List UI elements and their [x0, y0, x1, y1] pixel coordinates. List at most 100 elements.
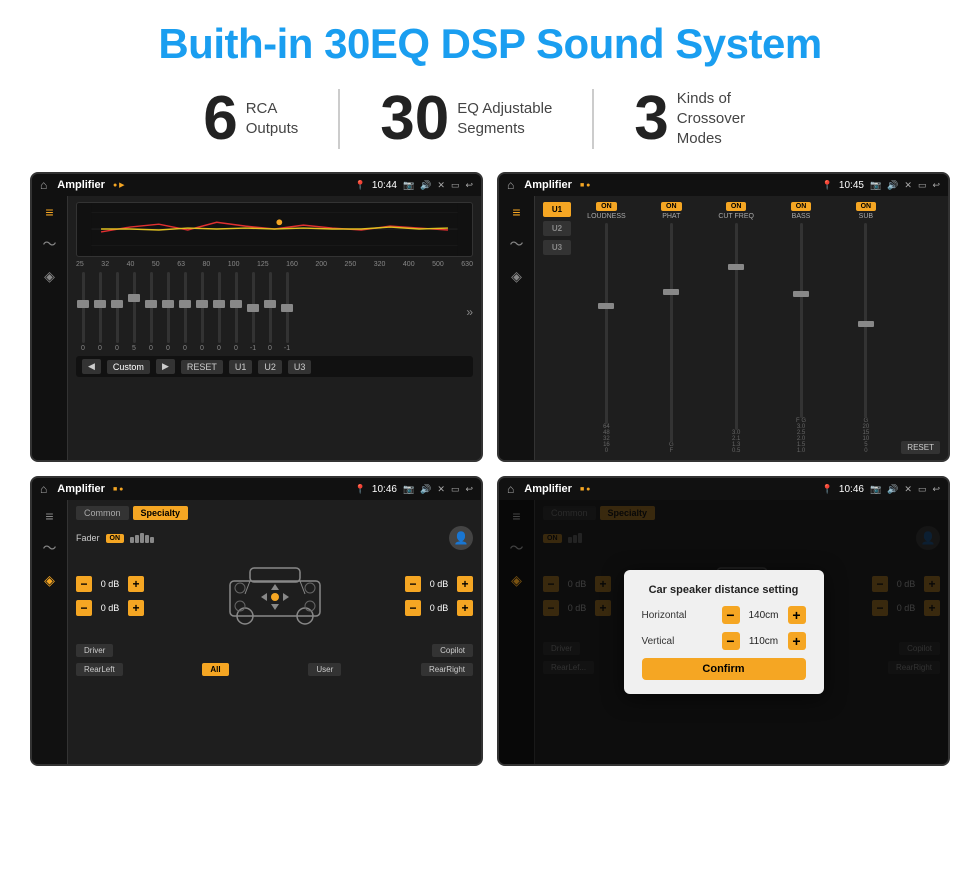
- db-row-2: − 0 dB +: [76, 600, 144, 616]
- phat-on[interactable]: ON: [661, 202, 682, 211]
- vertical-plus[interactable]: +: [788, 632, 806, 650]
- status-bar-1: ⌂ Amplifier ● ▶ 📍 10:44 📷 🔊 ✕ ▭ ↩: [32, 174, 481, 196]
- speaker-icon[interactable]: ◈: [44, 268, 55, 285]
- all-btn[interactable]: All: [202, 663, 228, 676]
- db-minus-2[interactable]: −: [76, 600, 92, 616]
- screen4-title: Amplifier: [524, 483, 572, 495]
- play-btn[interactable]: ▶: [156, 359, 175, 374]
- vol-icon-3: 🔊: [420, 484, 431, 495]
- tab-specialty[interactable]: Specialty: [133, 506, 189, 520]
- loudness-nums: 644832160: [603, 424, 610, 454]
- slider-10[interactable]: 0: [229, 272, 243, 352]
- x-icon-2: ✕: [904, 180, 912, 191]
- wave-icon-2[interactable]: 〜: [510, 234, 524, 254]
- screen2-dots: ■ ●: [580, 182, 590, 189]
- freq-40: 40: [127, 261, 135, 268]
- rearright-btn[interactable]: RearRight: [421, 663, 473, 676]
- confirm-button[interactable]: Confirm: [642, 658, 806, 680]
- prev-btn[interactable]: ◀: [82, 359, 101, 374]
- slider-2[interactable]: 0: [93, 272, 107, 352]
- u2-preset[interactable]: U2: [543, 221, 571, 236]
- freq-50: 50: [152, 261, 160, 268]
- copilot-btn[interactable]: Copilot: [432, 644, 473, 657]
- car-diagram: [154, 556, 395, 636]
- scroll-arrows[interactable]: »: [466, 305, 473, 319]
- db-minus-3[interactable]: −: [405, 576, 421, 592]
- win-icon-2: ▭: [918, 180, 927, 191]
- dialog-horizontal-row: Horizontal − 140cm +: [642, 606, 806, 624]
- eq-icon-3[interactable]: ≡: [45, 508, 53, 524]
- db-plus-3[interactable]: +: [457, 576, 473, 592]
- db-minus-4[interactable]: −: [405, 600, 421, 616]
- screen1-dots: ● ▶: [113, 181, 125, 189]
- u3-preset[interactable]: U3: [543, 240, 571, 255]
- db-value-1: 0 dB: [96, 579, 124, 589]
- stat-crossover-label: Kinds ofCrossover Modes: [677, 89, 777, 150]
- stat-crossover-number: 3: [634, 88, 668, 150]
- home-icon-4[interactable]: ⌂: [507, 482, 514, 496]
- screen4-dots: ■ ●: [580, 486, 590, 493]
- fader-bar-5: [150, 537, 154, 543]
- horizontal-plus[interactable]: +: [788, 606, 806, 624]
- eq-icon-2[interactable]: ≡: [512, 204, 520, 220]
- home-icon-3[interactable]: ⌂: [40, 482, 47, 496]
- slider-7[interactable]: 0: [178, 272, 192, 352]
- u3-btn[interactable]: U3: [288, 360, 312, 374]
- eq-icon[interactable]: ≡: [45, 204, 53, 220]
- wave-icon-3[interactable]: 〜: [43, 538, 57, 558]
- wave-icon[interactable]: 〜: [43, 234, 57, 254]
- db-plus-4[interactable]: +: [457, 600, 473, 616]
- vertical-value: 110cm: [744, 636, 784, 647]
- fader-label: Fader: [76, 533, 100, 543]
- sub-on[interactable]: ON: [856, 202, 877, 211]
- slider-6[interactable]: 0: [161, 272, 175, 352]
- screen-dialog: ⌂ Amplifier ■ ● 📍 10:46 📷 🔊 ✕ ▭ ↩ ≡ 〜 ◈: [497, 476, 950, 766]
- spk-icon-2[interactable]: ◈: [511, 268, 522, 285]
- db-plus-2[interactable]: +: [128, 600, 144, 616]
- u2-btn[interactable]: U2: [258, 360, 282, 374]
- slider-4[interactable]: 5: [127, 272, 141, 352]
- loc-icon-3: 📍: [355, 484, 366, 495]
- bass-on[interactable]: ON: [791, 202, 812, 211]
- slider-13[interactable]: -1: [280, 272, 294, 352]
- slider-12[interactable]: 0: [263, 272, 277, 352]
- screen1-time: 10:44: [372, 180, 397, 191]
- u1-btn[interactable]: U1: [229, 360, 253, 374]
- driver-btn[interactable]: Driver: [76, 644, 113, 657]
- slider-3[interactable]: 0: [110, 272, 124, 352]
- horizontal-minus[interactable]: −: [722, 606, 740, 624]
- screenshots-grid: ⌂ Amplifier ● ▶ 📍 10:44 📷 🔊 ✕ ▭ ↩ ≡ 〜 ◈: [30, 172, 950, 766]
- spk-icon-3[interactable]: ◈: [44, 572, 55, 589]
- slider-11[interactable]: -1: [246, 272, 260, 352]
- reset-btn[interactable]: RESET: [181, 360, 223, 374]
- slider-1[interactable]: 0: [76, 272, 90, 352]
- fader-bar-1: [130, 537, 134, 543]
- dialog-title: Car speaker distance setting: [642, 584, 806, 596]
- db-plus-1[interactable]: +: [128, 576, 144, 592]
- vertical-minus[interactable]: −: [722, 632, 740, 650]
- tab-common[interactable]: Common: [76, 506, 129, 520]
- amp-reset-btn[interactable]: RESET: [901, 441, 940, 454]
- freq-80: 80: [202, 261, 210, 268]
- slider-5[interactable]: 0: [144, 272, 158, 352]
- freq-630: 630: [461, 261, 473, 268]
- home-icon[interactable]: ⌂: [40, 178, 47, 192]
- slider-9[interactable]: 0: [212, 272, 226, 352]
- rearleft-btn[interactable]: RearLeft: [76, 663, 123, 676]
- freq-400: 400: [403, 261, 415, 268]
- u1-preset[interactable]: U1: [543, 202, 571, 217]
- user-btn[interactable]: User: [308, 663, 341, 676]
- cutfreq-on[interactable]: ON: [726, 202, 747, 211]
- home-icon-2[interactable]: ⌂: [507, 178, 514, 192]
- db-row-1: − 0 dB +: [76, 576, 144, 592]
- db-value-2: 0 dB: [96, 603, 124, 613]
- bass-label: BASS: [792, 213, 811, 220]
- custom-label: Custom: [107, 360, 150, 374]
- db-minus-1[interactable]: −: [76, 576, 92, 592]
- screen3-time: 10:46: [372, 484, 397, 495]
- slider-8[interactable]: 0: [195, 272, 209, 352]
- loudness-on[interactable]: ON: [596, 202, 617, 211]
- fader-on-btn[interactable]: ON: [106, 534, 125, 543]
- eq-graph: [76, 202, 473, 257]
- freq-25: 25: [76, 261, 84, 268]
